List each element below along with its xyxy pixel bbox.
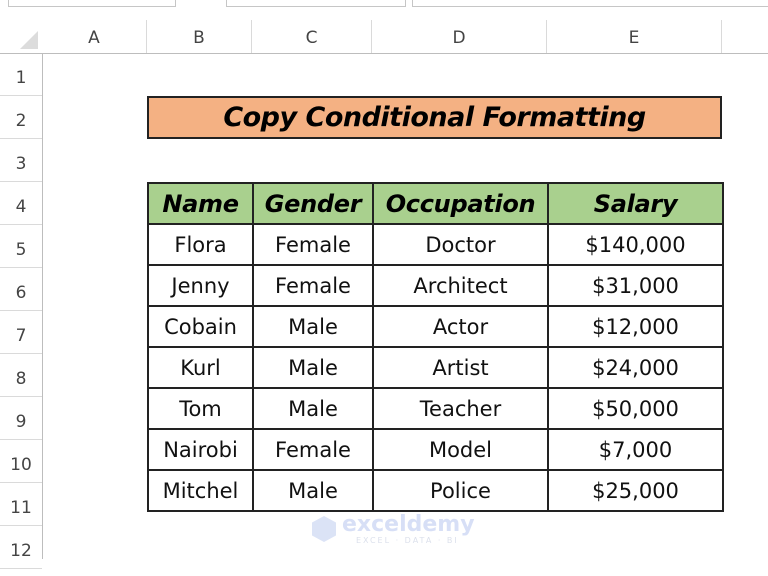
- header-occupation[interactable]: Occupation: [372, 182, 549, 225]
- table-row: Mitchel Male Police $25,000: [147, 469, 724, 512]
- watermark-tagline: EXCEL · DATA · BI: [356, 536, 459, 545]
- row-header-separator: [42, 53, 43, 559]
- column-header-a[interactable]: A: [42, 20, 147, 53]
- salary-cell[interactable]: $24,000: [547, 346, 724, 389]
- row-header-2[interactable]: 2: [0, 96, 42, 139]
- name-cell[interactable]: Flora: [147, 223, 254, 266]
- gender-cell[interactable]: Male: [252, 346, 374, 389]
- name-cell[interactable]: Mitchel: [147, 469, 254, 512]
- watermark-name: exceldemy: [342, 512, 475, 537]
- occupation-cell[interactable]: Teacher: [372, 387, 549, 430]
- gender-cell[interactable]: Male: [252, 387, 374, 430]
- table-row: Flora Female Doctor $140,000: [147, 223, 724, 266]
- name-cell[interactable]: Cobain: [147, 305, 254, 348]
- gender-cell[interactable]: Male: [252, 469, 374, 512]
- formula-bar-area: [0, 0, 768, 20]
- row-header-12[interactable]: 12: [0, 526, 42, 569]
- header-salary[interactable]: Salary: [547, 182, 724, 225]
- table-row: Jenny Female Architect $31,000: [147, 264, 724, 307]
- column-header-e[interactable]: E: [547, 20, 722, 53]
- name-cell[interactable]: Nairobi: [147, 428, 254, 471]
- salary-cell[interactable]: $7,000: [547, 428, 724, 471]
- occupation-cell[interactable]: Architect: [372, 264, 549, 307]
- formula-controls[interactable]: [226, 0, 406, 7]
- table-header-row: Name Gender Occupation Salary: [147, 182, 724, 225]
- row-header-3[interactable]: 3: [0, 139, 42, 182]
- table-row: Kurl Male Artist $24,000: [147, 346, 724, 389]
- occupation-cell[interactable]: Police: [372, 469, 549, 512]
- gender-cell[interactable]: Female: [252, 223, 374, 266]
- row-header-11[interactable]: 11: [0, 483, 42, 526]
- exceldemy-logo-icon: [312, 516, 336, 542]
- salary-cell[interactable]: $50,000: [547, 387, 724, 430]
- salary-cell[interactable]: $25,000: [547, 469, 724, 512]
- row-header-9[interactable]: 9: [0, 397, 42, 440]
- column-header-d[interactable]: D: [372, 20, 547, 53]
- row-header-10[interactable]: 10: [0, 440, 42, 483]
- row-header-6[interactable]: 6: [0, 268, 42, 311]
- occupation-cell[interactable]: Actor: [372, 305, 549, 348]
- salary-cell[interactable]: $31,000: [547, 264, 724, 307]
- occupation-cell[interactable]: Doctor: [372, 223, 549, 266]
- occupation-cell[interactable]: Model: [372, 428, 549, 471]
- gender-cell[interactable]: Female: [252, 264, 374, 307]
- table-row: Cobain Male Actor $12,000: [147, 305, 724, 348]
- data-table: Name Gender Occupation Salary Flora Femal…: [147, 182, 724, 512]
- occupation-cell[interactable]: Artist: [372, 346, 549, 389]
- column-header-b[interactable]: B: [147, 20, 252, 53]
- header-gender[interactable]: Gender: [252, 182, 374, 225]
- row-header-8[interactable]: 8: [0, 354, 42, 397]
- salary-cell[interactable]: $140,000: [547, 223, 724, 266]
- name-box[interactable]: [8, 0, 176, 7]
- exceldemy-watermark: exceldemy EXCEL · DATA · BI: [312, 512, 475, 552]
- name-cell[interactable]: Jenny: [147, 264, 254, 307]
- sheet-title-cell[interactable]: Copy Conditional Formatting: [147, 96, 722, 139]
- name-cell[interactable]: Tom: [147, 387, 254, 430]
- row-header-7[interactable]: 7: [0, 311, 42, 354]
- select-all-triangle-icon: [20, 31, 38, 49]
- gender-cell[interactable]: Male: [252, 305, 374, 348]
- table-row: Tom Male Teacher $50,000: [147, 387, 724, 430]
- gender-cell[interactable]: Female: [252, 428, 374, 471]
- formula-input[interactable]: [412, 0, 768, 7]
- row-header-1[interactable]: 1: [0, 53, 42, 96]
- select-all-button[interactable]: [0, 20, 43, 54]
- row-header-4[interactable]: 4: [0, 182, 42, 225]
- header-name[interactable]: Name: [147, 182, 254, 225]
- column-header-c[interactable]: C: [252, 20, 372, 53]
- table-row: Nairobi Female Model $7,000: [147, 428, 724, 471]
- salary-cell[interactable]: $12,000: [547, 305, 724, 348]
- name-cell[interactable]: Kurl: [147, 346, 254, 389]
- row-header-5[interactable]: 5: [0, 225, 42, 268]
